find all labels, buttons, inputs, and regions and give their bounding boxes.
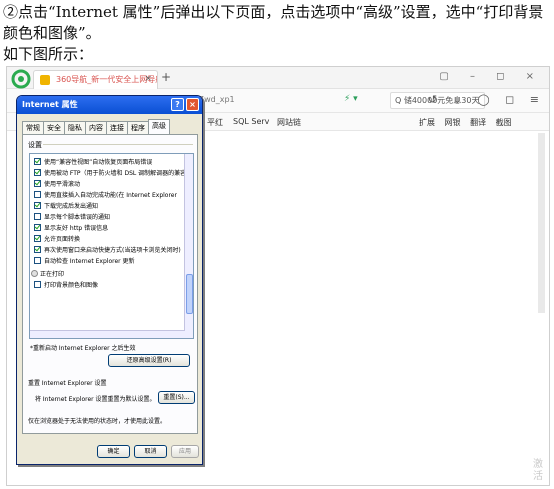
checkbox[interactable] <box>34 213 41 220</box>
favorite-item[interactable]: 网站链 <box>277 117 301 128</box>
settings-list: 使用“兼容性视图”自动恢复页面布局错误 使用被动 FTP（用于防火墙和 DSL … <box>29 153 194 339</box>
option-label: 使用“兼容性视图”自动恢复页面布局错误 <box>44 159 153 166</box>
option-friendly-http-errors[interactable]: 显示友好 http 错误信息 <box>34 224 108 234</box>
option-download-notify[interactable]: 下载完成后发出通知 <box>34 202 98 212</box>
option-label: 使用被动 FTP（用于防火墙和 DSL 调制解调器的兼容 <box>44 170 187 177</box>
activation-watermark: 激活 <box>533 459 543 482</box>
window-controls[interactable]: ▢ – ◻ × <box>439 71 543 82</box>
tab-connections[interactable]: 连接 <box>106 121 128 134</box>
tab-security[interactable]: 安全 <box>43 121 65 134</box>
checkbox[interactable] <box>34 169 41 176</box>
reset-footnote: 仅在浏览器处于无法使用的状态时，才使用此设置。 <box>28 418 167 425</box>
group-divider <box>43 144 193 145</box>
tab-favicon-icon <box>40 75 50 85</box>
option-label: 使用直接插入自动完成功能(在 Internet Explorer <box>44 192 177 199</box>
extension-button[interactable]: 扩展 <box>419 118 435 127</box>
close-icon[interactable]: × <box>186 98 199 111</box>
address-lightning-icon[interactable]: ⚡ ▾ <box>344 94 358 104</box>
tab-general[interactable]: 常规 <box>22 121 44 134</box>
option-compat-view[interactable]: 使用“兼容性视图”自动恢复页面布局错误 <box>34 158 152 168</box>
printing-group-label: 正在打印 <box>40 271 65 278</box>
instruction-text: ②点击“Internet 属性”后弹出以下页面，点击选项中“高级”设置，选中“打… <box>3 2 553 65</box>
reset-description: 将 Internet Explorer 设置重置为默认设置。 <box>35 396 156 403</box>
option-label: 使用平滑滚动 <box>44 181 81 188</box>
printer-group-icon <box>31 270 38 277</box>
tab-content[interactable]: 内容 <box>85 121 107 134</box>
option-label: 显示友好 http 错误信息 <box>44 225 109 232</box>
restore-advanced-button[interactable]: 还原高级设置(R) <box>108 354 190 367</box>
checkbox[interactable] <box>34 235 41 242</box>
checkbox[interactable] <box>34 257 41 264</box>
cancel-button[interactable]: 取消 <box>134 445 167 458</box>
browser-tab[interactable]: 360导航_新一代安全上网导航 × <box>33 70 158 89</box>
tab-privacy[interactable]: 隐私 <box>64 121 86 134</box>
reset-button[interactable]: 重置(S)... <box>158 391 195 404</box>
screenshot-button[interactable]: 截图 <box>496 118 512 127</box>
instruction-line-1: ②点击“Internet 属性”后弹出以下页面，点击选项中“高级”设置，选中“打… <box>3 3 544 42</box>
option-reuse-windows[interactable]: 再次使用窗口来启动快捷方式(当选项卡浏览关闭时) <box>34 246 181 256</box>
translate-button[interactable]: 翻译 <box>470 118 486 127</box>
browser-logo-icon <box>11 69 31 89</box>
browser-tab-bar: 360导航_新一代安全上网导航 × + ▢ – ◻ × <box>7 67 549 89</box>
tab-programs[interactable]: 程序 <box>127 121 149 134</box>
netbank-button[interactable]: 网银 <box>445 118 461 127</box>
dialog-tabs: 常规 安全 隐私 内容 连接 程序 高级 <box>22 119 170 134</box>
favorite-item[interactable]: SQL Serv <box>233 117 269 126</box>
option-inline-autocomplete[interactable]: 使用直接插入自动完成功能(在 Internet Explorer <box>34 191 177 201</box>
option-label: 允许页面转换 <box>44 236 81 243</box>
help-icon[interactable]: ? <box>171 98 184 111</box>
checkbox[interactable] <box>34 180 41 187</box>
browser-screenshot: 360导航_新一代安全上网导航 × + ▢ – ◻ × 7wd_xp1 ⚡ ▾ … <box>6 66 550 486</box>
settings-horizontal-scrollbar[interactable] <box>30 330 185 338</box>
option-label: 下载完成后发出通知 <box>44 203 99 210</box>
new-tab-button[interactable]: + <box>161 70 171 84</box>
ok-button[interactable]: 确定 <box>97 445 130 458</box>
settings-group-label: 设置 <box>28 141 42 149</box>
option-page-transitions[interactable]: 允许页面转换 <box>34 235 80 245</box>
option-passive-ftp[interactable]: 使用被动 FTP（用于防火墙和 DSL 调制解调器的兼容 <box>34 169 186 179</box>
page-scrollbar[interactable] <box>538 133 545 313</box>
toolbar-icons[interactable]: ↺ ⌄ ◯ ◻ ≡ <box>428 93 545 106</box>
checkbox[interactable] <box>34 246 41 253</box>
address-url[interactable]: 7wd_xp1 <box>199 95 235 104</box>
option-smooth-scroll[interactable]: 使用平滑滚动 <box>34 180 80 190</box>
internet-options-dialog: Internet 属性 ? × 常规 安全 隐私 内容 连接 程序 高级 设置 使用“兼容性… <box>16 95 203 465</box>
settings-vertical-scrollbar[interactable] <box>184 154 193 338</box>
option-auto-update[interactable]: 自动检查 Internet Explorer 更新 <box>34 257 135 267</box>
tab-title: 360导航_新一代安全上网导航 <box>56 75 158 84</box>
advanced-panel: 设置 使用“兼容性视图”自动恢复页面布局错误 使用被动 FTP（用于防火墙和 D… <box>22 134 198 434</box>
tab-advanced[interactable]: 高级 <box>148 119 170 134</box>
checkbox[interactable] <box>34 224 41 231</box>
option-label: 打印背景颜色和图像 <box>44 282 99 289</box>
reset-section-title: 重置 Internet Explorer 设置 <box>28 380 107 387</box>
printing-group: 正在打印 <box>31 270 64 280</box>
favorite-item[interactable]: 平红 <box>207 117 223 128</box>
toolbar-extensions: 扩展 网银 翻译 截图 <box>419 117 519 128</box>
option-label: 自动检查 Internet Explorer 更新 <box>44 258 135 265</box>
print-background-checkbox[interactable] <box>34 281 41 288</box>
scrollbar-thumb[interactable] <box>186 274 193 314</box>
option-label: 再次使用窗口来启动快捷方式(当选项卡浏览关闭时) <box>44 247 181 254</box>
option-label: 显示每个脚本错误的通知 <box>44 214 111 221</box>
apply-button[interactable]: 应用 <box>171 445 199 458</box>
checkbox[interactable] <box>34 158 41 165</box>
tab-close-icon[interactable]: × <box>144 71 152 88</box>
option-script-error-notify[interactable]: 显示每个脚本错误的通知 <box>34 213 110 223</box>
instruction-line-2: 如下图所示： <box>3 45 94 63</box>
checkbox[interactable] <box>34 202 41 209</box>
restart-note: *重新启动 Internet Explorer 之后生效 <box>30 345 136 352</box>
option-print-background[interactable]: 打印背景颜色和图像 <box>34 281 98 291</box>
checkbox[interactable] <box>34 191 41 198</box>
